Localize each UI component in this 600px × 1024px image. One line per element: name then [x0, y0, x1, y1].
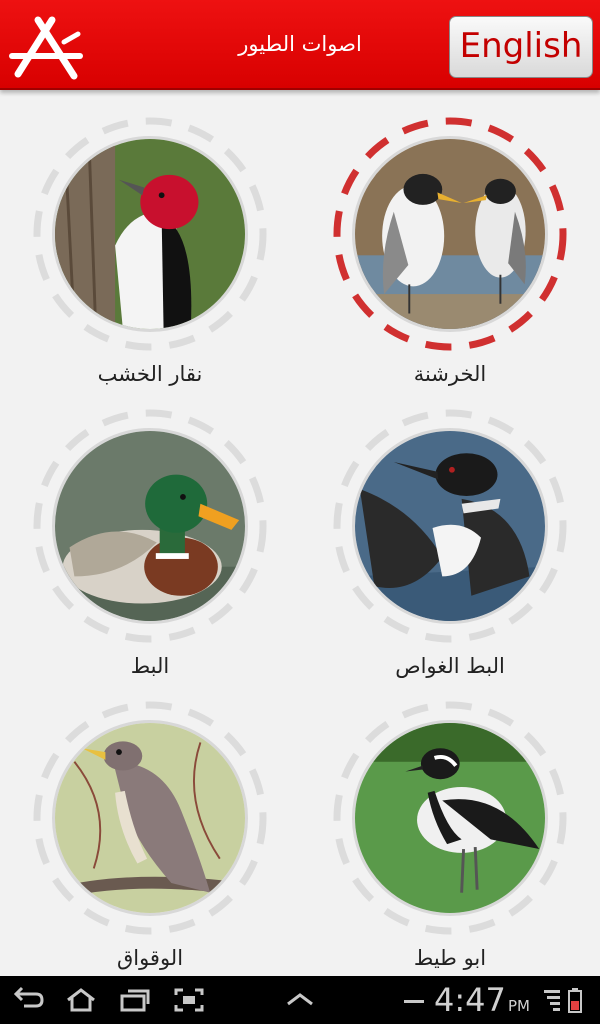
tern-photo-icon [352, 136, 548, 332]
app-store-logo-icon[interactable] [8, 12, 84, 82]
back-icon[interactable] [12, 986, 46, 1014]
bird-item-cuckoo[interactable]: الوقواق [0, 676, 300, 970]
home-icon[interactable] [64, 986, 98, 1014]
bird-label: البط الغواص [395, 654, 505, 678]
up-chevron-icon[interactable] [283, 986, 317, 1014]
woodpecker-photo-icon [52, 136, 248, 332]
notification-dash-icon [404, 1000, 424, 1003]
bird-item-loon[interactable]: البط الغواص [300, 384, 600, 678]
loon-photo-icon [352, 428, 548, 624]
screenshot-icon[interactable] [172, 986, 206, 1014]
bird-item-mallard[interactable]: البط [0, 384, 300, 678]
clock-ampm: PM [508, 997, 530, 1015]
battery-icon [568, 988, 582, 1013]
bird-item-woodpecker[interactable]: نقار الخشب [0, 92, 300, 386]
bird-label: الوقواق [116, 946, 184, 970]
bird-item-lapwing[interactable]: ابو طيط [300, 676, 600, 970]
signal-icon [544, 990, 560, 1011]
bird-label: نقار الخشب [97, 362, 203, 386]
system-navigation-bar: 4:47 PM [0, 976, 600, 1024]
bird-item-tern[interactable]: الخرشنة [300, 92, 600, 386]
english-language-button[interactable]: English [449, 16, 593, 78]
bird-label: الخرشنة [413, 362, 487, 386]
lapwing-photo-icon [352, 720, 548, 916]
page-title: اصوات الطيور [238, 32, 362, 56]
app-header: اصوات الطيور English [0, 0, 600, 90]
mallard-photo-icon [52, 428, 248, 624]
cuckoo-photo-icon [52, 720, 248, 916]
clock-time: 4:47 [434, 981, 506, 1019]
bird-grid: الخرشنة نقار الخشب البط الغواص البط ابو … [0, 92, 600, 976]
recent-apps-icon[interactable] [118, 986, 152, 1014]
bird-label: البط [130, 654, 170, 678]
bird-label: ابو طيط [413, 946, 487, 970]
